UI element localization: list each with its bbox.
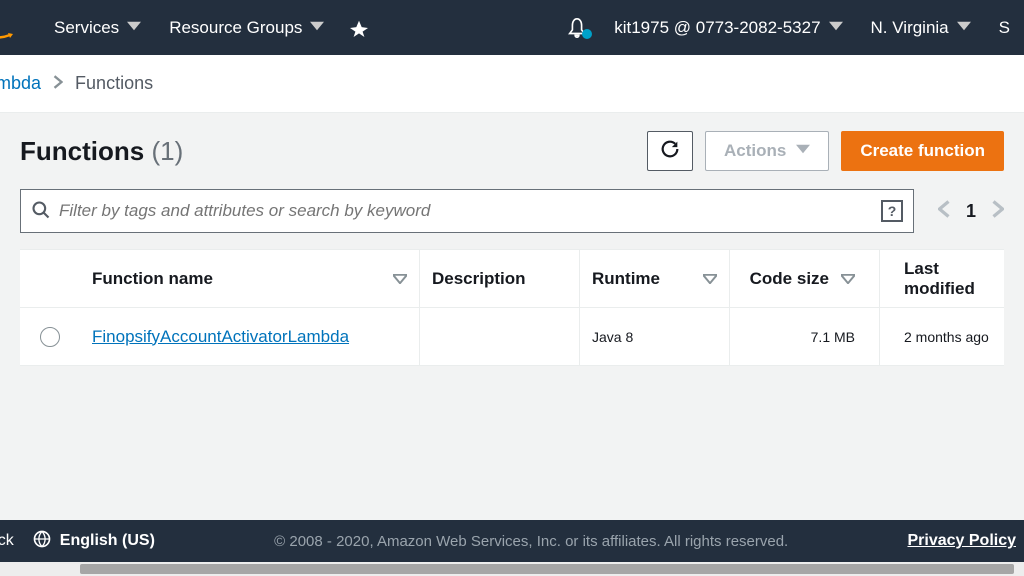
- cell-description: [420, 308, 580, 365]
- caret-down-icon: [829, 18, 843, 38]
- sort-icon: [393, 269, 407, 289]
- nav-account[interactable]: kit1975 @ 0773-2082-5327: [600, 0, 856, 55]
- page-count: (1): [151, 136, 183, 166]
- col-last-modified[interactable]: Last modified: [880, 259, 1004, 299]
- filter-row: ? 1: [20, 189, 1004, 233]
- cell-function-name: FinopsifyAccountActivatorLambda: [80, 308, 420, 365]
- breadcrumb-lambda[interactable]: ambda: [0, 73, 41, 94]
- functions-table: Function name Description Runtime Code s…: [20, 249, 1004, 366]
- help-icon[interactable]: ?: [881, 200, 903, 222]
- page-title: Functions (1): [20, 136, 183, 167]
- caret-down-icon: [127, 18, 141, 38]
- pager-current: 1: [966, 201, 976, 222]
- radio-icon[interactable]: [40, 327, 60, 347]
- col-size-label: Code size: [750, 269, 829, 289]
- cell-last-modified: 2 months ago: [880, 329, 1004, 345]
- nav-account-label: kit1975 @ 0773-2082-5327: [614, 18, 820, 38]
- caret-down-icon: [310, 18, 324, 38]
- breadcrumb-current: Functions: [75, 73, 153, 94]
- col-code-size[interactable]: Code size: [730, 250, 880, 307]
- page-title-text: Functions: [20, 136, 144, 166]
- nav-region-label: N. Virginia: [871, 18, 949, 38]
- col-modified-label: Last modified: [904, 259, 992, 299]
- nav-bell-icon[interactable]: [554, 17, 600, 39]
- footer-privacy[interactable]: Privacy Policy: [907, 532, 1016, 550]
- col-function-name[interactable]: Function name: [80, 250, 420, 307]
- footer: back English (US) © 2008 - 2020, Amazon …: [0, 520, 1024, 562]
- col-runtime[interactable]: Runtime: [580, 250, 730, 307]
- refresh-icon: [659, 138, 681, 165]
- nav-pin-icon[interactable]: [338, 19, 380, 37]
- pager: 1: [938, 200, 1004, 223]
- col-description[interactable]: Description: [420, 250, 580, 307]
- sort-icon: [703, 269, 717, 289]
- scrollbar-thumb[interactable]: [80, 564, 1014, 574]
- actions-button[interactable]: Actions: [705, 131, 829, 171]
- horizontal-scrollbar[interactable]: [0, 562, 1024, 576]
- nav-region[interactable]: N. Virginia: [857, 0, 985, 55]
- notification-dot-icon: [582, 29, 592, 39]
- nav-support[interactable]: S: [985, 0, 1024, 55]
- footer-copyright: © 2008 - 2020, Amazon Web Services, Inc.…: [155, 533, 908, 550]
- caret-down-icon: [957, 18, 971, 38]
- function-link[interactable]: FinopsifyAccountActivatorLambda: [92, 327, 349, 347]
- nav-resource-groups-label: Resource Groups: [169, 18, 302, 38]
- cell-code-size: 7.1 MB: [730, 308, 880, 365]
- nav-support-label: S: [999, 18, 1010, 38]
- page-header: Functions (1) Actions Create function: [20, 131, 1004, 171]
- page-body: Functions (1) Actions Create function ?: [0, 113, 1024, 366]
- footer-language[interactable]: English (US): [32, 529, 155, 554]
- breadcrumb: ambda Functions: [0, 55, 1024, 113]
- search-box[interactable]: ?: [20, 189, 914, 233]
- actions-label: Actions: [724, 141, 786, 161]
- aws-logo[interactable]: /S: [0, 13, 40, 43]
- create-function-label: Create function: [860, 141, 985, 161]
- refresh-button[interactable]: [647, 131, 693, 171]
- footer-feedback[interactable]: back: [0, 532, 14, 550]
- pager-next[interactable]: [992, 200, 1004, 223]
- nav-services[interactable]: Services: [40, 0, 155, 55]
- cell-runtime: Java 8: [580, 308, 730, 365]
- create-function-button[interactable]: Create function: [841, 131, 1004, 171]
- top-nav: /S Services Resource Groups kit1975 @ 07…: [0, 0, 1024, 55]
- nav-services-label: Services: [54, 18, 119, 38]
- pager-prev[interactable]: [938, 200, 950, 223]
- col-name-label: Function name: [92, 269, 213, 289]
- sort-icon: [841, 269, 855, 289]
- row-select[interactable]: [20, 327, 80, 347]
- chevron-right-icon: [53, 73, 63, 94]
- table-header-row: Function name Description Runtime Code s…: [20, 250, 1004, 308]
- globe-icon: [32, 529, 52, 554]
- col-desc-label: Description: [432, 269, 526, 289]
- col-runtime-label: Runtime: [592, 269, 660, 289]
- table-row: FinopsifyAccountActivatorLambda Java 8 7…: [20, 308, 1004, 366]
- search-icon: [31, 200, 51, 223]
- footer-language-label: English (US): [60, 532, 155, 550]
- caret-down-icon: [796, 141, 810, 161]
- nav-resource-groups[interactable]: Resource Groups: [155, 0, 338, 55]
- search-input[interactable]: [51, 201, 881, 221]
